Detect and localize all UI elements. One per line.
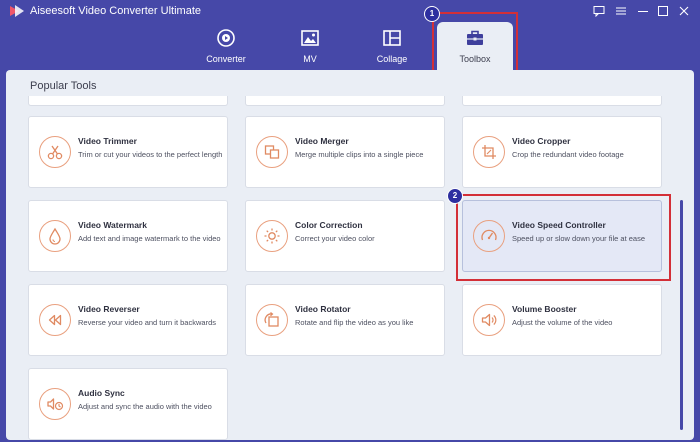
- tool-description: Reverse your video and turn it backwards: [78, 318, 216, 327]
- tool-title: Audio Sync: [78, 388, 125, 398]
- audio-sync-icon: [39, 388, 71, 420]
- step-badge-2: 2: [447, 188, 463, 204]
- tool-card-video-reverser[interactable]: Video Reverser Reverse your video and tu…: [28, 284, 228, 356]
- maximize-icon[interactable]: [654, 2, 672, 20]
- tool-title: Volume Booster: [512, 304, 577, 314]
- tab-label: MV: [303, 54, 317, 64]
- tool-title: Color Correction: [295, 220, 363, 230]
- tool-description: Rotate and flip the video as you like: [295, 318, 414, 327]
- app-logo-icon: [8, 3, 26, 19]
- tool-card-partial: [28, 96, 228, 106]
- title-bar: Aiseesoft Video Converter Ultimate: [0, 0, 700, 22]
- tool-description: Add text and image watermark to the vide…: [78, 234, 221, 243]
- tab-label: Converter: [206, 54, 246, 64]
- feedback-icon[interactable]: [590, 2, 608, 20]
- tool-card-video-rotator[interactable]: Video Rotator Rotate and flip the video …: [245, 284, 445, 356]
- vertical-scrollbar[interactable]: [680, 200, 683, 430]
- volume-icon: [473, 304, 505, 336]
- tool-description: Adjust and sync the audio with the video: [78, 402, 212, 411]
- toolbox-highlight-box: [432, 12, 518, 75]
- tab-label: Collage: [376, 54, 408, 64]
- tool-title: Video Rotator: [295, 304, 351, 314]
- app-title: Aiseesoft Video Converter Ultimate: [30, 5, 201, 17]
- tool-card-volume-booster[interactable]: Volume Booster Adjust the volume of the …: [462, 284, 662, 356]
- tool-title: Video Watermark: [78, 220, 147, 230]
- section-title: Popular Tools: [30, 80, 97, 92]
- tool-title: Video Merger: [295, 136, 349, 146]
- tab-collage[interactable]: Collage: [352, 22, 432, 70]
- merge-icon: [256, 136, 288, 168]
- tab-converter[interactable]: Converter: [186, 22, 266, 70]
- tool-description: Correct your video color: [295, 234, 375, 243]
- rotate-icon: [256, 304, 288, 336]
- tool-card-video-cropper[interactable]: Video Cropper Crop the redundant video f…: [462, 116, 662, 188]
- tab-mv[interactable]: MV: [270, 22, 350, 70]
- tool-description: Adjust the volume of the video: [512, 318, 613, 327]
- close-icon[interactable]: [675, 2, 693, 20]
- tool-card-video-watermark[interactable]: Video Watermark Add text and image water…: [28, 200, 228, 272]
- tool-card-color-correction[interactable]: Color Correction Correct your video colo…: [245, 200, 445, 272]
- tool-card-video-merger[interactable]: Video Merger Merge multiple clips into a…: [245, 116, 445, 188]
- scissors-icon: [39, 136, 71, 168]
- step-badge-1: 1: [424, 6, 440, 22]
- tool-description: Crop the redundant video footage: [512, 150, 624, 159]
- tool-card-partial: [462, 96, 662, 106]
- tool-title: Video Reverser: [78, 304, 140, 314]
- tool-title: Video Trimmer: [78, 136, 137, 146]
- sun-icon: [256, 220, 288, 252]
- tool-title: Video Cropper: [512, 136, 571, 146]
- tool-description: Merge multiple clips into a single piece: [295, 150, 424, 159]
- minimize-icon[interactable]: [634, 2, 652, 20]
- tool-card-audio-sync[interactable]: Audio Sync Adjust and sync the audio wit…: [28, 368, 228, 440]
- crop-icon: [473, 136, 505, 168]
- collage-icon: [382, 28, 402, 48]
- converter-icon: [216, 28, 236, 48]
- mv-icon: [300, 28, 320, 48]
- tool-card-partial: [245, 96, 445, 106]
- tool-card-video-trimmer[interactable]: Video Trimmer Trim or cut your videos to…: [28, 116, 228, 188]
- tool-description: Trim or cut your videos to the perfect l…: [78, 150, 223, 159]
- speed-controller-highlight-box: [456, 194, 671, 281]
- watermark-drop-icon: [39, 220, 71, 252]
- menu-icon[interactable]: [612, 2, 630, 20]
- rewind-icon: [39, 304, 71, 336]
